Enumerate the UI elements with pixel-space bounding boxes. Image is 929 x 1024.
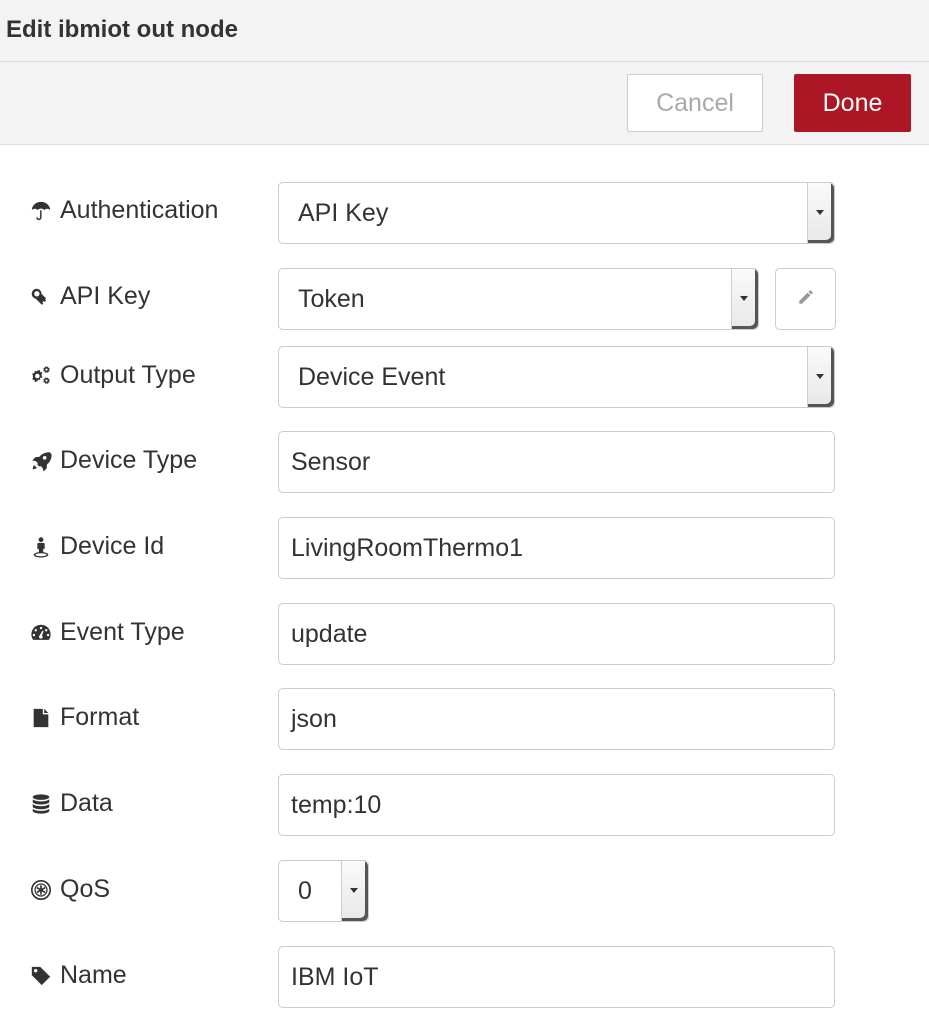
tag-icon <box>28 963 54 989</box>
name-label-text: Name <box>60 961 127 989</box>
pencil-icon <box>797 288 815 311</box>
authentication-label-text: Authentication <box>60 196 219 224</box>
done-button[interactable]: Done <box>794 74 911 132</box>
device-type-input[interactable]: Sensor <box>278 431 835 493</box>
dialog-header: Edit ibmiot out node <box>0 0 929 62</box>
data-label: Data <box>28 789 113 818</box>
data-label-text: Data <box>60 789 113 817</box>
authentication-select[interactable]: API Key <box>278 182 835 244</box>
api-key-label: API Key <box>28 282 150 311</box>
device-id-label: Device Id <box>28 532 164 561</box>
rocket-icon <box>28 448 54 474</box>
device-type-label: Device Type <box>28 446 197 475</box>
chevron-down-icon[interactable] <box>807 347 834 407</box>
file-icon <box>28 705 54 731</box>
device-id-label-text: Device Id <box>60 532 165 560</box>
street-view-icon <box>28 534 54 560</box>
cancel-button[interactable]: Cancel <box>627 74 763 132</box>
authentication-label: Authentication <box>28 196 218 225</box>
format-label-text: Format <box>60 703 140 731</box>
database-icon <box>28 791 54 817</box>
data-input[interactable]: temp:10 <box>278 774 835 836</box>
qos-label: QoS <box>28 875 110 904</box>
api-key-label-text: API Key <box>60 282 151 310</box>
dialog-button-bar: Cancel Done <box>0 62 929 145</box>
chevron-down-icon[interactable] <box>731 269 758 329</box>
output-type-label-text: Output Type <box>60 361 196 389</box>
edit-api-key-button[interactable] <box>775 268 836 330</box>
event-type-label: Event Type <box>28 618 185 647</box>
qos-icon <box>28 877 54 903</box>
api-key-value: Token <box>298 284 365 313</box>
dialog-title: Edit ibmiot out node <box>6 16 238 43</box>
dashboard-icon <box>28 620 54 646</box>
output-type-label: Output Type <box>28 361 196 390</box>
qos-value: 0 <box>298 876 312 905</box>
name-input[interactable]: IBM IoT <box>278 946 835 1008</box>
device-id-input[interactable]: LivingRoomThermo1 <box>278 517 835 579</box>
key-icon <box>28 284 54 310</box>
event-type-input[interactable]: update <box>278 603 835 665</box>
output-type-value: Device Event <box>298 362 446 391</box>
qos-select[interactable]: 0 <box>278 860 369 922</box>
cogs-icon <box>28 363 54 389</box>
format-label: Format <box>28 703 139 732</box>
authentication-value: API Key <box>298 198 389 227</box>
api-key-select[interactable]: Token <box>278 268 759 330</box>
umbrella-icon <box>28 198 54 224</box>
event-type-label-text: Event Type <box>60 618 185 646</box>
format-input[interactable]: json <box>278 688 835 750</box>
chevron-down-icon[interactable] <box>341 861 368 921</box>
output-type-select[interactable]: Device Event <box>278 346 835 408</box>
name-label: Name <box>28 961 127 990</box>
chevron-down-icon[interactable] <box>807 183 834 243</box>
qos-label-text: QoS <box>60 875 111 903</box>
device-type-label-text: Device Type <box>60 446 198 474</box>
